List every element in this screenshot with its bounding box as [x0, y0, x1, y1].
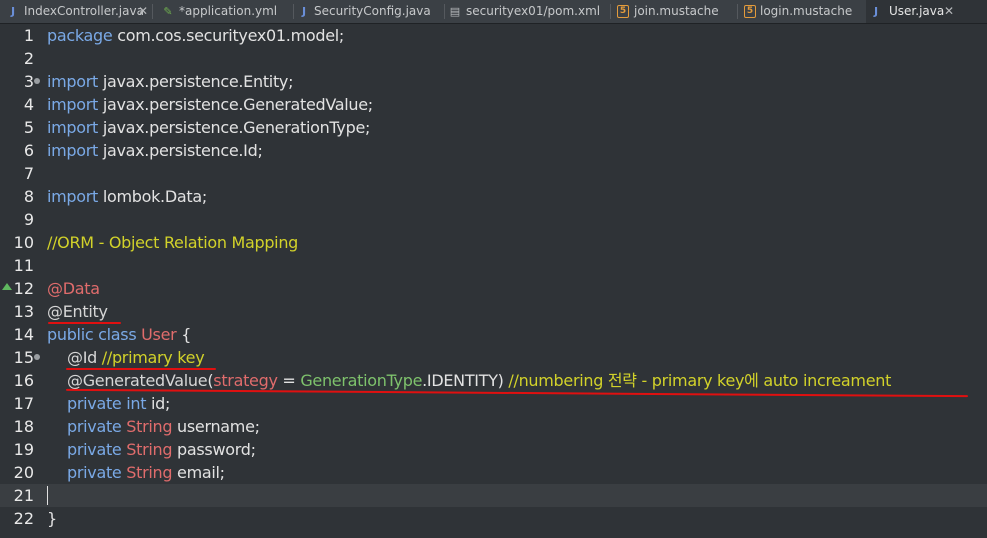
line-number: 9	[23, 210, 34, 229]
code-text: import javax.persistence.Entity;	[47, 72, 294, 91]
code-line: 10 //ORM - Object Relation Mapping	[0, 231, 987, 254]
tab-join-mustache[interactable]: 5 join.mustache	[611, 0, 737, 23]
line-number: 3	[23, 72, 34, 91]
code-line: 7	[0, 162, 987, 185]
tab-security-config[interactable]: J SecurityConfig.java	[294, 0, 444, 23]
tab-user-java[interactable]: J User.java ✕	[866, 0, 987, 23]
line-number: 7	[23, 164, 34, 183]
code-text: import lombok.Data;	[47, 187, 207, 206]
xml-file-icon: ▤	[449, 5, 461, 18]
code-text: private int id;	[67, 394, 171, 413]
code-text: @GeneratedValue(strategy = GenerationTyp…	[67, 371, 892, 390]
code-text: @Entity	[47, 302, 108, 321]
tab-label: login.mustache	[760, 4, 853, 18]
code-text: import javax.persistence.Id;	[47, 141, 263, 160]
line-number: 10	[13, 233, 34, 252]
line-number: 16	[13, 371, 34, 390]
code-line: 18 private String username;	[0, 415, 987, 438]
line-number: 1	[23, 26, 34, 45]
tab-index-controller[interactable]: J IndexController.java ✕	[0, 0, 152, 23]
code-line: 19 private String password;	[0, 438, 987, 461]
code-line: 1 package com.cos.securityex01.model;	[0, 24, 987, 47]
code-text: }	[47, 509, 57, 528]
html5-icon: 5	[744, 5, 756, 18]
code-text: private String password;	[67, 440, 256, 459]
code-line: 12 @Data	[0, 277, 987, 300]
entity-underline-annotation	[48, 322, 121, 324]
code-line: 3 import javax.persistence.Entity;	[0, 70, 987, 93]
code-text: private String username;	[67, 417, 260, 436]
code-text: package com.cos.securityex01.model;	[47, 26, 344, 45]
line-number: 15	[13, 348, 34, 367]
yaml-leaf-icon: ✎	[163, 5, 173, 18]
html5-icon: 5	[617, 5, 629, 18]
line-number: 5	[23, 118, 34, 137]
code-line: 13 @Entity	[0, 300, 987, 323]
code-line: 22 }	[0, 507, 987, 530]
line-number: 21	[13, 486, 34, 505]
code-text: private String email;	[67, 463, 225, 482]
code-text: @Id //primary key	[67, 348, 205, 367]
code-editor[interactable]: 1 package com.cos.securityex01.model; 2 …	[0, 24, 987, 538]
line-number: 8	[23, 187, 34, 206]
line-number: 22	[13, 509, 34, 528]
line-number: 12	[13, 279, 34, 298]
fold-marker-icon[interactable]	[34, 78, 40, 84]
close-icon[interactable]: ✕	[138, 0, 148, 23]
id-underline-annotation	[66, 368, 216, 370]
tab-pom-xml[interactable]: ▤ securityex01/pom.xml	[445, 0, 610, 23]
line-number: 6	[23, 141, 34, 160]
code-text: //ORM - Object Relation Mapping	[47, 233, 299, 252]
code-line: 20 private String email;	[0, 461, 987, 484]
code-line: 5 import javax.persistence.GenerationTyp…	[0, 116, 987, 139]
code-line: 15 @Id //primary key	[0, 346, 987, 369]
code-line: 9	[0, 208, 987, 231]
code-line: 11	[0, 254, 987, 277]
tab-label: join.mustache	[634, 4, 719, 18]
fold-marker-icon[interactable]	[34, 354, 40, 360]
code-line: 14 public class User {	[0, 323, 987, 346]
code-line: 6 import javax.persistence.Id;	[0, 139, 987, 162]
line-number: 2	[23, 49, 34, 68]
line-number: 20	[13, 463, 34, 482]
tab-label: SecurityConfig.java	[314, 4, 431, 18]
code-text: public class User {	[47, 325, 192, 344]
line-number: 13	[13, 302, 34, 321]
code-text: import javax.persistence.GenerationType;	[47, 118, 371, 137]
current-line: 21	[0, 484, 987, 507]
tab-login-mustache[interactable]: 5 login.mustache	[738, 0, 866, 23]
java-file-icon: J	[873, 5, 879, 18]
tab-application-yml[interactable]: ✎ *application.yml	[153, 0, 293, 23]
line-number: 11	[13, 256, 34, 275]
code-text: @Data	[47, 279, 100, 298]
line-number: 4	[23, 95, 34, 114]
close-icon[interactable]: ✕	[944, 0, 954, 23]
java-file-icon: J	[10, 5, 16, 18]
tab-label: securityex01/pom.xml	[466, 4, 601, 18]
code-line: 8 import lombok.Data;	[0, 185, 987, 208]
line-number: 18	[13, 417, 34, 436]
line-number: 14	[13, 325, 34, 344]
tab-label: IndexController.java	[24, 4, 144, 18]
tab-label: *application.yml	[179, 4, 278, 18]
code-line: 2	[0, 47, 987, 70]
editor-tab-bar: J IndexController.java ✕ ✎ *application.…	[0, 0, 987, 24]
code-line: 4 import javax.persistence.GeneratedValu…	[0, 93, 987, 116]
tab-label: User.java	[889, 4, 945, 18]
line-number: 17	[13, 394, 34, 413]
line-number: 19	[13, 440, 34, 459]
text-caret	[47, 486, 48, 505]
code-text: import javax.persistence.GeneratedValue;	[47, 95, 373, 114]
java-file-icon: J	[301, 5, 307, 18]
